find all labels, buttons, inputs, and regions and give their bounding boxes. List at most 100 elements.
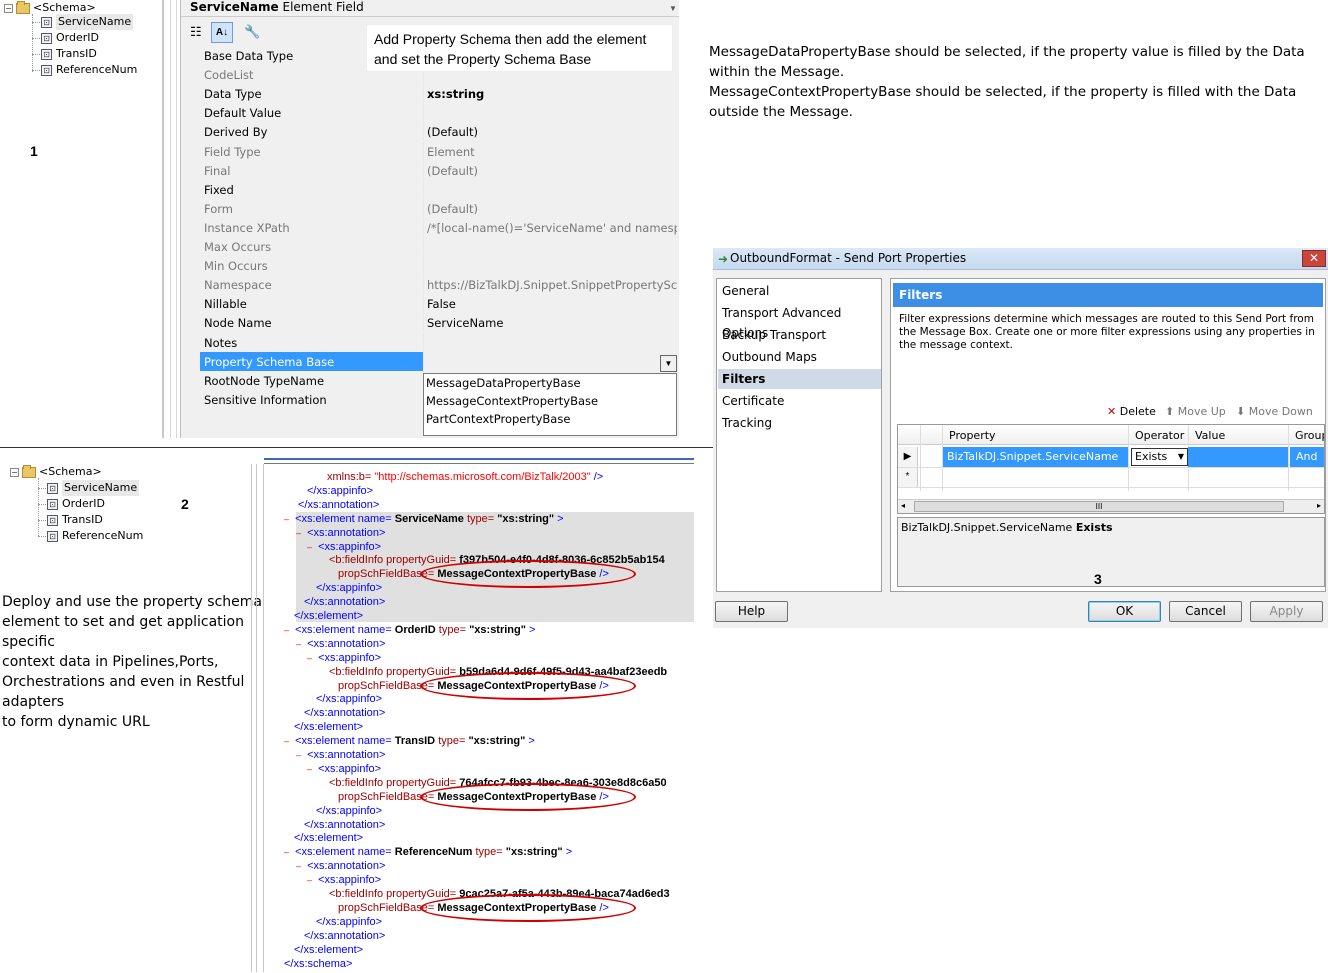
- property-value[interactable]: /*[local-name()='ServiceName' and namesp…: [427, 221, 677, 235]
- column-header-group[interactable]: Group: [1295, 429, 1324, 442]
- close-icon[interactable]: ✕: [1302, 250, 1326, 267]
- send-port-icon: ➜: [718, 252, 729, 266]
- property-value[interactable]: xs:string: [427, 87, 677, 101]
- property-name: Max Occurs: [204, 240, 272, 254]
- property-name: Node Name: [204, 316, 272, 331]
- property-row[interactable]: Notes: [200, 332, 678, 352]
- property-row[interactable]: Node Name ServiceName: [200, 313, 678, 333]
- nav-item-filters[interactable]: Filters: [718, 369, 881, 389]
- property-name: Field Type: [204, 144, 261, 159]
- dialog-titlebar[interactable]: ➜ OutboundFormat - Send Port Properties …: [713, 248, 1328, 270]
- nav-item-backup-transport[interactable]: Backup Transport: [718, 325, 881, 345]
- schema-root-label: <Schema>: [39, 465, 102, 478]
- property-schema-base-dropdown[interactable]: MessageDataPropertyBase MessageContextPr…: [423, 373, 677, 436]
- cancel-button[interactable]: Cancel: [1169, 601, 1242, 622]
- scroll-right-icon[interactable]: ▸: [1317, 501, 1321, 510]
- property-row[interactable]: Data Type xs:string: [200, 84, 678, 104]
- column-header-property[interactable]: Property: [949, 429, 996, 442]
- xml-token: <xs:annotation>: [307, 860, 386, 873]
- xml-line: </xs:annotation>: [304, 595, 385, 609]
- tree-node-label: ServiceName: [56, 14, 134, 30]
- delete-button[interactable]: ✕ Delete: [1107, 405, 1156, 418]
- property-value[interactable]: ServiceName: [427, 316, 677, 330]
- new-row-marker[interactable]: *: [898, 467, 918, 487]
- xml-token: –: [296, 861, 302, 872]
- property-row[interactable]: Instance XPath /*[local-name()='ServiceNa…: [200, 217, 678, 237]
- tree-node-label: TransID: [56, 47, 97, 60]
- move-up-button[interactable]: ⬆ Move Up: [1165, 405, 1226, 418]
- horizontal-scrollbar[interactable]: ◂ III ▸: [898, 499, 1324, 513]
- tree-node-servicename[interactable]: ⊡ ServiceName: [38, 480, 140, 496]
- tree-node-referencenum[interactable]: ⊡ ReferenceNum: [38, 528, 143, 544]
- nav-item-tracking[interactable]: Tracking: [718, 413, 881, 433]
- column-header-value[interactable]: Value: [1195, 429, 1225, 442]
- tree-node-orderid[interactable]: ⊡ OrderID: [32, 30, 99, 46]
- description-line: context data in Pipelines,Ports,: [2, 654, 219, 670]
- xml-token: xmlns:b=: [327, 471, 372, 483]
- property-row[interactable]: Default Value: [200, 103, 678, 123]
- property-row[interactable]: Namespace https://BizTalkDJ.Snippet.Snipp…: [200, 275, 678, 295]
- xml-line: – <xs:appinfo>: [307, 873, 381, 887]
- property-value[interactable]: False: [427, 297, 677, 311]
- property-row[interactable]: Fixed: [200, 179, 678, 199]
- xml-token: –: [296, 638, 302, 649]
- tree-node-label: ReferenceNum: [62, 529, 144, 542]
- property-pages-icon[interactable]: 🔧: [244, 24, 260, 40]
- splitter[interactable]: [162, 0, 164, 438]
- nav-item-general[interactable]: General: [718, 281, 881, 301]
- property-value[interactable]: (Default): [427, 202, 677, 216]
- xml-token: <b:fieldInfo propertyGuid=: [329, 665, 457, 678]
- chevron-down-icon[interactable]: ▼: [669, 4, 677, 13]
- schema-tree-1: − <Schema> ⊡ ServiceName ⊡ OrderID ⊡ Tra…: [4, 0, 164, 90]
- xml-token: <xs:appinfo>: [318, 540, 382, 553]
- nav-item-transport-advanced[interactable]: Transport Advanced Options: [718, 303, 881, 340]
- scroll-left-icon[interactable]: ◂: [901, 501, 905, 510]
- ok-button[interactable]: OK: [1088, 601, 1161, 622]
- property-value[interactable]: https://BizTalkDJ.Snippet.SnippetPropert…: [427, 278, 677, 292]
- xml-token: <xs:annotation>: [307, 637, 386, 650]
- apply-button[interactable]: Apply: [1250, 601, 1323, 622]
- tree-node-referencenum[interactable]: ⊡ ReferenceNum: [32, 62, 137, 78]
- dropdown-arrow-icon[interactable]: ▼: [660, 355, 677, 372]
- tree-node-transid[interactable]: ⊡ TransID: [38, 512, 103, 528]
- property-row[interactable]: Nillable False: [200, 294, 678, 314]
- schema-root-node-2[interactable]: − <Schema>: [10, 464, 102, 480]
- scroll-thumb[interactable]: III: [914, 501, 1284, 512]
- xml-element-line: – <xs:element name= ReferenceNum type= "…: [284, 845, 572, 859]
- xml-token: </xs:annotation>: [304, 818, 386, 831]
- xml-token: </xs:element>: [294, 832, 364, 845]
- column-header-operator[interactable]: Operator: [1135, 429, 1184, 442]
- filter-group-cell[interactable]: And: [1290, 447, 1324, 467]
- nav-item-outbound-maps[interactable]: Outbound Maps: [718, 347, 881, 367]
- nav-item-certificate[interactable]: Certificate: [718, 391, 881, 411]
- xml-token: <xs:appinfo>: [318, 874, 382, 887]
- dropdown-option[interactable]: PartContextPropertyBase: [424, 410, 676, 428]
- property-row[interactable]: Form (Default): [200, 198, 678, 218]
- current-row-marker[interactable]: ▶: [898, 447, 918, 467]
- collapse-icon[interactable]: −: [4, 3, 13, 13]
- filter-value-cell[interactable]: [1188, 447, 1288, 467]
- operator-select[interactable]: Exists: [1131, 448, 1188, 466]
- property-row[interactable]: Min Occurs: [200, 256, 678, 276]
- property-row[interactable]: Field Type Element: [200, 141, 678, 161]
- filter-property-cell[interactable]: BizTalkDJ.Snippet.ServiceName: [943, 447, 1128, 467]
- alphabetical-sort-icon[interactable]: A↓: [211, 22, 233, 43]
- collapse-icon[interactable]: −: [10, 467, 19, 477]
- help-button[interactable]: Help: [715, 601, 788, 622]
- property-name: Data Type: [204, 87, 262, 102]
- property-row[interactable]: Final (Default): [200, 160, 678, 180]
- tree-node-transid[interactable]: ⊡ TransID: [32, 46, 97, 62]
- dropdown-option[interactable]: MessageDataPropertyBase: [424, 374, 676, 392]
- property-row[interactable]: Max Occurs: [200, 237, 678, 256]
- dropdown-option[interactable]: MessageContextPropertyBase: [424, 392, 676, 410]
- move-down-button[interactable]: ⬇ Move Down: [1236, 405, 1313, 418]
- tree-node-servicename[interactable]: ⊡ ServiceName: [32, 14, 134, 30]
- property-value[interactable]: (Default): [427, 125, 677, 139]
- categorized-icon[interactable]: ☷: [190, 24, 208, 42]
- property-value[interactable]: Element: [427, 145, 677, 159]
- tree-node-label: TransID: [62, 513, 103, 526]
- property-value[interactable]: (Default): [427, 164, 677, 178]
- tree-node-orderid[interactable]: ⊡ OrderID: [38, 496, 105, 512]
- property-row[interactable]: Derived By (Default): [200, 122, 678, 142]
- property-row[interactable]: Property Schema Base: [200, 351, 678, 371]
